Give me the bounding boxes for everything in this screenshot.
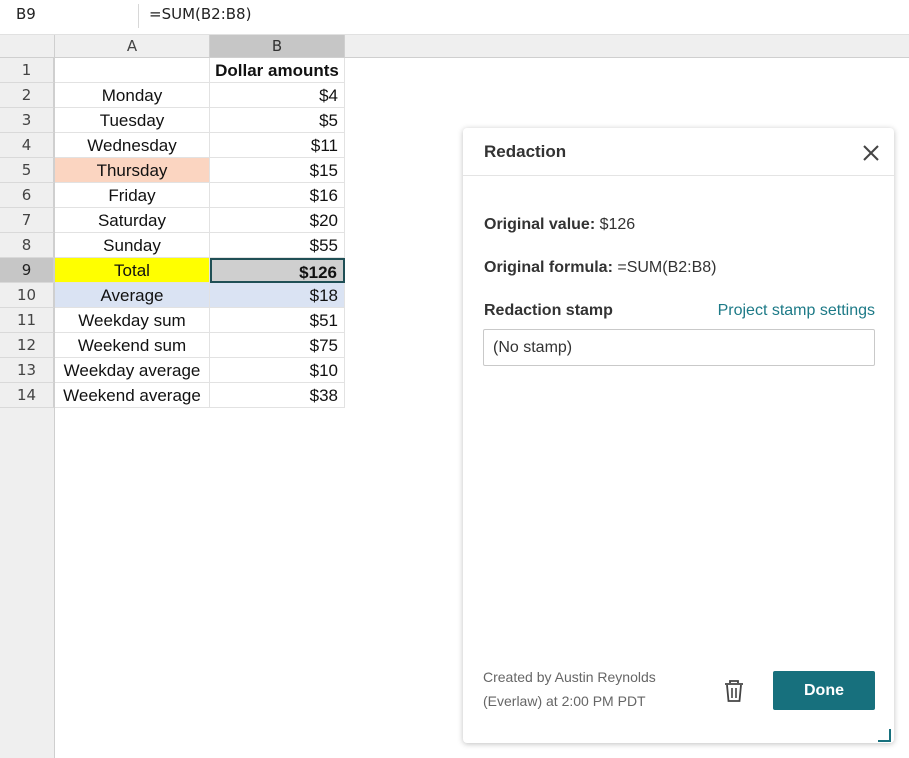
cell-b12[interactable]: $75 xyxy=(210,333,345,358)
cell-b4[interactable]: $11 xyxy=(210,133,345,158)
cell-a11[interactable]: Weekday sum xyxy=(55,308,210,333)
row-header-9[interactable]: 9 xyxy=(0,258,54,283)
redaction-stamp-label: Redaction stamp xyxy=(484,302,613,319)
redaction-panel: Redaction Original value: $126 Original … xyxy=(463,128,894,743)
original-formula-row: Original formula: =SUM(B2:B8) xyxy=(484,259,717,277)
row-header-1[interactable]: 1 xyxy=(0,58,54,83)
original-value-row: Original value: $126 xyxy=(484,216,635,234)
row-header-13[interactable]: 13 xyxy=(0,358,54,383)
cell-a12[interactable]: Weekend sum xyxy=(55,333,210,358)
formula-bar: B9 =SUM(B2:B8) xyxy=(0,0,909,35)
created-by-line-1: Created by Austin Reynolds xyxy=(483,669,656,685)
row-header-11[interactable]: 11 xyxy=(0,308,54,333)
cell-b3[interactable]: $5 xyxy=(210,108,345,133)
panel-title: Redaction xyxy=(484,142,567,161)
cell-a14[interactable]: Weekend average xyxy=(55,383,210,408)
row-header-2[interactable]: 2 xyxy=(0,83,54,108)
cell-b13[interactable]: $10 xyxy=(210,358,345,383)
cell-a8[interactable]: Sunday xyxy=(55,233,210,258)
formula-bar-divider xyxy=(138,4,139,28)
cell-b8[interactable]: $55 xyxy=(210,233,345,258)
redaction-stamp-select[interactable]: (No stamp) xyxy=(483,329,875,366)
cell-a10[interactable]: Average xyxy=(55,283,210,308)
cell-a5[interactable]: Thursday xyxy=(55,158,210,183)
cell-b5[interactable]: $15 xyxy=(210,158,345,183)
original-formula-label: Original formula: xyxy=(484,259,613,276)
cell-a7[interactable]: Saturday xyxy=(55,208,210,233)
cell-a6[interactable]: Friday xyxy=(55,183,210,208)
trash-icon[interactable] xyxy=(723,679,745,703)
panel-header: Redaction xyxy=(463,128,894,176)
cell-b6[interactable]: $16 xyxy=(210,183,345,208)
created-by-text: Created by Austin Reynolds (Everlaw) at … xyxy=(483,665,693,713)
cell-a2[interactable]: Monday xyxy=(55,83,210,108)
close-icon[interactable] xyxy=(862,144,880,162)
cell-a9[interactable]: Total xyxy=(55,258,210,283)
cell-b1[interactable]: Dollar amounts xyxy=(210,58,345,83)
cell-reference-box[interactable]: B9 xyxy=(16,5,36,23)
cell-a3[interactable]: Tuesday xyxy=(55,108,210,133)
row-header-8[interactable]: 8 xyxy=(0,233,54,258)
created-by-line-2: (Everlaw) at 2:00 PM PDT xyxy=(483,693,646,709)
column-header-a[interactable]: A xyxy=(55,35,210,57)
cell-b11[interactable]: $51 xyxy=(210,308,345,333)
row-header-7[interactable]: 7 xyxy=(0,208,54,233)
row-header-14[interactable]: 14 xyxy=(0,383,54,408)
original-value-label: Original value: xyxy=(484,216,596,233)
row-header-4[interactable]: 4 xyxy=(0,133,54,158)
row-header-10[interactable]: 10 xyxy=(0,283,54,308)
row-header-5[interactable]: 5 xyxy=(0,158,54,183)
cell-b9[interactable]: $126 xyxy=(210,258,345,283)
resize-handle-icon[interactable] xyxy=(876,728,892,743)
cell-b10[interactable]: $18 xyxy=(210,283,345,308)
original-formula: =SUM(B2:B8) xyxy=(617,259,717,276)
cell-a13[interactable]: Weekday average xyxy=(55,358,210,383)
project-stamp-settings-link[interactable]: Project stamp settings xyxy=(718,302,875,320)
spreadsheet-window: B9 =SUM(B2:B8) A B 1 Dollar amounts 2 Monda… xyxy=(0,0,909,758)
cell-b7[interactable]: $20 xyxy=(210,208,345,233)
row-header-3[interactable]: 3 xyxy=(0,108,54,133)
row-header-6[interactable]: 6 xyxy=(0,183,54,208)
original-value: $126 xyxy=(599,216,636,233)
formula-input[interactable]: =SUM(B2:B8) xyxy=(149,5,251,23)
select-all-corner[interactable] xyxy=(0,35,55,58)
done-button[interactable]: Done xyxy=(773,671,875,710)
cell-b14[interactable]: $38 xyxy=(210,383,345,408)
row-header-12[interactable]: 12 xyxy=(0,333,54,358)
column-header-b[interactable]: B xyxy=(210,35,345,57)
cell-a4[interactable]: Wednesday xyxy=(55,133,210,158)
cell-a1[interactable] xyxy=(55,58,210,83)
cell-b2[interactable]: $4 xyxy=(210,83,345,108)
